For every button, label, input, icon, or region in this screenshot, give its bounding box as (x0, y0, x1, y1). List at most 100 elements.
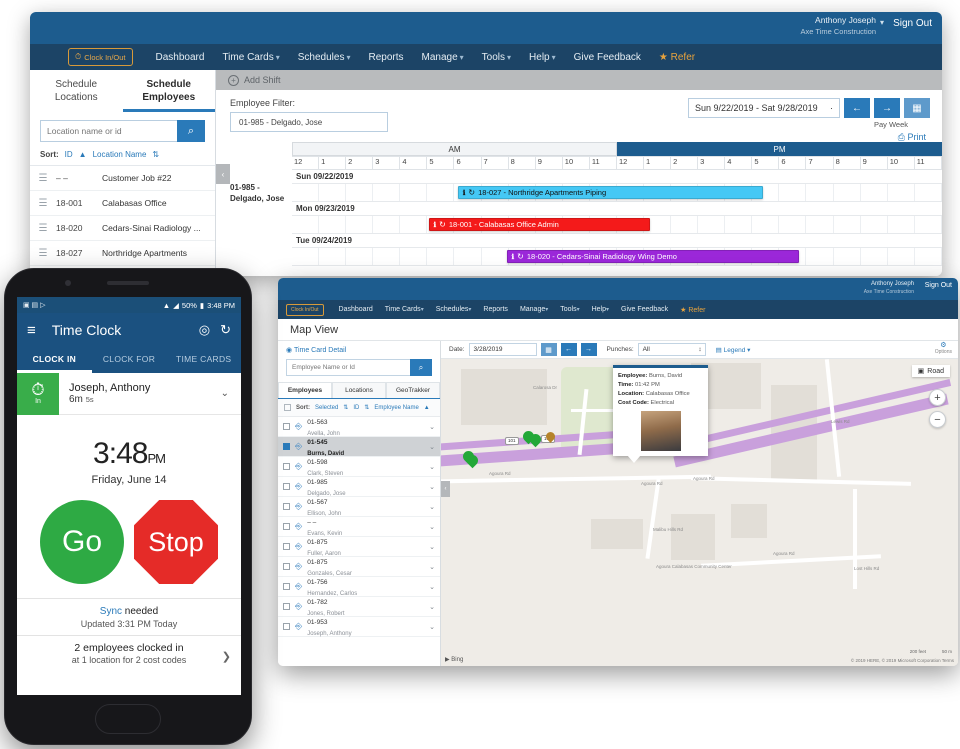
sync-status[interactable]: Sync needed Updated 3:31 PM Today (17, 598, 241, 635)
legend-button[interactable]: ▤ Legend ▾ (716, 346, 751, 354)
grid-cell[interactable] (806, 216, 834, 233)
info-icon[interactable]: ℹ (512, 253, 515, 261)
list-item[interactable]: ⎆ 01-953 Joseph, Anthony ⌄ (278, 617, 440, 637)
grid-cell[interactable] (834, 216, 861, 233)
chevron-down-icon[interactable]: ⌄ (429, 583, 435, 591)
chevron-down-icon[interactable]: ⌄ (429, 523, 435, 531)
sort-by-id[interactable]: ID (65, 150, 73, 159)
grid-cell[interactable] (834, 248, 861, 265)
nav-item-give-feedback[interactable]: Give Feedback (615, 306, 674, 313)
grid-cell[interactable] (292, 216, 320, 233)
employee-checkbox[interactable] (283, 583, 290, 590)
stop-button[interactable]: Stop (134, 500, 218, 584)
clocked-in-summary[interactable]: 2 employees clocked in at 1 location for… (17, 635, 241, 671)
nav-item-schedules[interactable]: Schedules▾ (430, 306, 478, 313)
grid-cell[interactable] (915, 184, 942, 201)
grid-cell[interactable] (671, 216, 699, 233)
grid-cell[interactable] (482, 248, 509, 265)
sort-by-id[interactable]: ID (353, 405, 359, 411)
nav-item-refer[interactable]: ★ Refer (650, 52, 704, 63)
grid-cell[interactable] (888, 184, 915, 201)
grid-cell[interactable] (346, 216, 374, 233)
employee-checkbox[interactable] (283, 503, 290, 510)
chevron-down-icon[interactable]: ⌄ (429, 623, 435, 631)
grid-cell[interactable] (319, 248, 347, 265)
tab-schedule-employees[interactable]: Schedule Employees (122, 78, 215, 112)
grid-cell[interactable] (779, 184, 807, 201)
clock-in-out-button[interactable]: ⏱ Clock In/Out (68, 48, 133, 66)
tab-clock-in[interactable]: CLOCK IN (17, 347, 92, 373)
chevron-down-icon[interactable]: ⌄ (429, 443, 435, 451)
nav-item-dashboard[interactable]: Dashboard (147, 52, 214, 63)
options-button[interactable]: ⚙ Options (935, 342, 952, 355)
drag-handle-icon[interactable]: ☰ (30, 173, 56, 184)
grid-cell[interactable] (292, 248, 320, 265)
add-shift-button[interactable]: Add Shift (244, 75, 281, 85)
previous-day-button[interactable]: ← (560, 343, 577, 356)
plus-icon[interactable]: + (228, 74, 239, 86)
grid-cell[interactable] (427, 184, 455, 201)
grid-cell[interactable] (834, 184, 861, 201)
grid-cell[interactable] (346, 184, 374, 201)
nav-item-tools[interactable]: Tools▾ (473, 52, 520, 63)
collapse-panel-button[interactable]: ‹ (441, 481, 450, 497)
nav-item-manage[interactable]: Manage▾ (514, 306, 554, 313)
tab-geotrakker[interactable]: GeoTrakker (386, 382, 440, 398)
sort-toggle-icon[interactable]: ⇅ (343, 404, 348, 411)
sort-toggle-icon[interactable]: ⇅ (152, 150, 159, 159)
time-card-detail-option[interactable]: ◉ Time Card Detail (278, 341, 440, 354)
sort-by-location-name[interactable]: Location Name (93, 150, 147, 159)
next-week-button[interactable]: → (874, 98, 900, 118)
nav-item-dashboard[interactable]: Dashboard (333, 306, 379, 313)
list-item[interactable]: ⎆ 01-985 Delgado, Jose ⌄ (278, 477, 440, 497)
chevron-down-icon[interactable]: ⌄ (429, 483, 435, 491)
list-item[interactable]: ⎆ 01-567 Ellison, John ⌄ (278, 497, 440, 517)
employee-checkbox[interactable] (283, 463, 290, 470)
search-icon[interactable]: ⌕ (177, 120, 205, 142)
employee-checkbox[interactable] (283, 563, 290, 570)
account-info[interactable]: Anthony Joseph Axe Time Construction (801, 15, 876, 37)
list-item[interactable]: ⎆ 01-875 Gonzales, Cesar ⌄ (278, 557, 440, 577)
nav-item-reports[interactable]: Reports (359, 52, 412, 63)
shift-row[interactable]: ℹ ↻ 18-020 - Cedars-Sinai Radiology Wing D… (292, 248, 942, 266)
employee-search-input[interactable] (286, 359, 410, 376)
list-item[interactable]: ☰ 18-020 Cedars-Sinai Radiology ... (30, 216, 215, 241)
zoom-in-button[interactable]: + (929, 389, 946, 406)
chevron-down-icon[interactable]: ⌄ (221, 388, 241, 399)
drag-handle-icon[interactable]: ☰ (30, 248, 56, 259)
list-item[interactable]: ⎆ 01-875 Fuller, Aaron ⌄ (278, 537, 440, 557)
grid-cell[interactable] (319, 216, 347, 233)
grid-cell[interactable] (725, 216, 753, 233)
sync-icon[interactable]: ↻ (220, 322, 231, 338)
drag-handle-icon[interactable]: ☰ (30, 198, 56, 209)
go-button[interactable]: Go (40, 500, 124, 584)
grid-cell[interactable] (888, 216, 915, 233)
grid-cell[interactable] (400, 184, 428, 201)
shift-bar[interactable]: ℹ ↻ 18-001 - Calabasas Office Admin (428, 218, 650, 231)
drag-handle-icon[interactable]: ☰ (30, 223, 56, 234)
employee-checkbox[interactable] (283, 423, 290, 430)
list-item[interactable]: ⎆ 01-545 Burns, David ⌄ (278, 437, 440, 457)
map-canvas[interactable]: Agoura Rd Agoura Rd Agoura Rd Calarosa Dr Le… (441, 359, 958, 666)
sign-out-link[interactable]: Sign Out (925, 282, 952, 289)
grid-cell[interactable] (779, 216, 807, 233)
sort-by-employee-name[interactable]: Employee Name (374, 405, 418, 411)
map-style-road-button[interactable]: ▣ Road (911, 365, 950, 377)
grid-cell[interactable] (373, 184, 401, 201)
chevron-down-icon[interactable]: ⌄ (429, 543, 435, 551)
nav-item-give-feedback[interactable]: Give Feedback (565, 52, 650, 63)
sign-out-link[interactable]: Sign Out (893, 18, 932, 29)
grid-cell[interactable] (427, 248, 455, 265)
punches-select[interactable]: All ↕ (637, 343, 706, 356)
list-item[interactable]: ☰ 18-027 Northridge Apartments (30, 241, 215, 266)
phone-home-button[interactable] (95, 704, 161, 734)
nav-item-tools[interactable]: Tools▾ (554, 306, 585, 313)
list-item[interactable]: ⎆ 01-756 Hernandez, Carlos ⌄ (278, 577, 440, 597)
sort-by-selected[interactable]: Selected (315, 405, 338, 411)
grid-cell[interactable] (861, 216, 888, 233)
grid-cell[interactable] (915, 216, 942, 233)
grid-cell[interactable] (373, 216, 401, 233)
nav-item-time-cards[interactable]: Time Cards▾ (213, 52, 288, 63)
employee-filter-input[interactable] (230, 112, 388, 132)
grid-cell[interactable] (373, 248, 401, 265)
